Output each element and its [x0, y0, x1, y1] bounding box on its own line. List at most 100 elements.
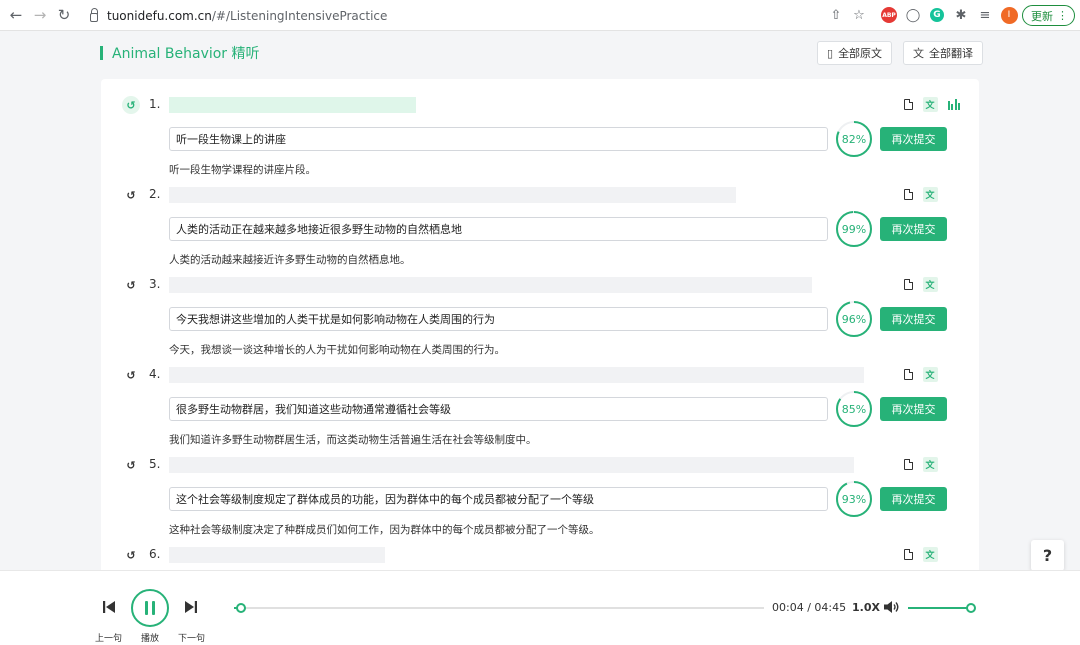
show-translation-icon[interactable]: 文: [922, 456, 938, 472]
next-label: 下一句: [178, 634, 206, 644]
show-original-icon[interactable]: [900, 366, 916, 382]
url-path: /#/ListeningIntensivePractice: [211, 8, 388, 23]
translate-icon: 文: [913, 47, 924, 60]
score-ring-arc: [836, 121, 872, 157]
score-ring: 93%: [835, 480, 873, 518]
show-translation-icon[interactable]: 文: [922, 96, 938, 112]
document-icon: ▯: [827, 46, 834, 60]
lock-icon: [90, 8, 98, 22]
share-icon[interactable]: ⇧: [826, 5, 846, 25]
update-label: 更新: [1031, 9, 1053, 23]
time-display: 00:04 / 04:45: [772, 601, 847, 614]
sentence-number: 4.: [149, 367, 161, 381]
show-original-icon[interactable]: [900, 186, 916, 202]
show-translation-icon[interactable]: 文: [922, 546, 938, 562]
sentence-item: ↺ 2. 文 人类的活动正在越来越多地接近很多野生动物的自然栖息地 99% 再次…: [101, 169, 979, 266]
replay-icon[interactable]: ↺: [122, 366, 140, 384]
page-title: Animal Behavior 精听: [100, 43, 260, 63]
resubmit-button[interactable]: 再次提交: [880, 127, 947, 151]
answer-input[interactable]: 听一段生物课上的讲座: [169, 127, 828, 151]
audio-player: 上一句 播放 下一句 00:04 / 04:45 1.0X: [0, 570, 1080, 645]
show-original-icon[interactable]: [900, 96, 916, 112]
address-bar[interactable]: tuonidefu.com.cn/#/ListeningIntensivePra…: [80, 4, 880, 27]
answer-input[interactable]: 很多野生动物群居，我们知道这些动物通常遵循社会等级: [169, 397, 828, 421]
resubmit-button[interactable]: 再次提交: [880, 307, 947, 331]
adblock-icon[interactable]: ABP: [879, 5, 899, 25]
playback-speed-button[interactable]: 1.0X: [852, 601, 880, 614]
score-ring-arc: [836, 211, 872, 247]
sentence-item: ↺ 3. 文 今天我想讲这些增加的人类干扰是如何影响动物在人类周围的行为 96%…: [101, 259, 979, 356]
play-pause-button[interactable]: [131, 589, 169, 627]
hidden-sentence-bar[interactable]: [169, 277, 812, 293]
shield-extension-icon[interactable]: ◯: [903, 5, 923, 25]
volume-fill: [908, 607, 971, 609]
hidden-sentence-bar[interactable]: [169, 367, 864, 383]
answer-input[interactable]: 人类的活动正在越来越多地接近很多野生动物的自然栖息地: [169, 217, 828, 241]
replay-icon[interactable]: ↺: [122, 186, 140, 204]
sentence-list-card: ↺ 1. 文 听一段生物课上的讲座 82% 再次提交 听一段生物学课程的讲座片段…: [101, 79, 979, 579]
more-vertical-icon: ⋮: [1057, 9, 1068, 22]
replay-icon[interactable]: ↺: [122, 276, 140, 294]
back-icon[interactable]: ←: [4, 3, 28, 27]
sentence-item: ↺ 1. 文 听一段生物课上的讲座 82% 再次提交 听一段生物学课程的讲座片段…: [101, 79, 979, 176]
next-sentence-button[interactable]: [182, 598, 200, 616]
url-host: tuonidefu.com.cn: [107, 8, 212, 23]
show-original-icon[interactable]: [900, 276, 916, 292]
previous-label: 上一句: [95, 634, 123, 644]
replay-icon[interactable]: ↺: [122, 96, 140, 114]
profile-avatar[interactable]: I: [999, 5, 1019, 25]
answer-input[interactable]: 今天我想讲这些增加的人类干扰是如何影响动物在人类周围的行为: [169, 307, 828, 331]
previous-sentence-button[interactable]: [100, 598, 118, 616]
sentence-number: 3.: [149, 277, 161, 291]
volume-icon[interactable]: [882, 599, 900, 615]
show-all-translation-button[interactable]: 文 全部翻译: [903, 41, 983, 65]
skip-next-icon: [185, 601, 197, 613]
sentence-item: ↺ 5. 文 这个社会等级制度规定了群体成员的功能，因为群体中的每个成员都被分配…: [101, 439, 979, 536]
update-button[interactable]: 更新 ⋮: [1022, 5, 1075, 26]
resubmit-button[interactable]: 再次提交: [880, 397, 947, 421]
volume-handle[interactable]: [966, 603, 976, 613]
show-translation-icon[interactable]: 文: [922, 276, 938, 292]
statistics-icon[interactable]: [946, 96, 962, 112]
show-translation-icon[interactable]: 文: [922, 186, 938, 202]
hidden-sentence-bar[interactable]: [169, 457, 854, 473]
score-ring-arc: [836, 481, 872, 517]
grammarly-icon[interactable]: G: [927, 5, 947, 25]
puzzle-extensions-icon[interactable]: ✱: [951, 5, 971, 25]
score-ring: 82%: [835, 120, 873, 158]
forward-icon[interactable]: →: [28, 3, 52, 27]
sentence-number: 1.: [149, 97, 161, 111]
show-original-icon[interactable]: [900, 546, 916, 562]
volume-slider[interactable]: [908, 603, 976, 613]
bookmark-star-icon[interactable]: ☆: [849, 5, 869, 25]
reload-icon[interactable]: ↻: [52, 3, 76, 27]
hidden-sentence-bar[interactable]: [169, 97, 416, 113]
sentence-number: 2.: [149, 187, 161, 201]
page-title-text: Animal Behavior 精听: [112, 46, 260, 62]
hidden-sentence-bar[interactable]: [169, 547, 385, 563]
answer-input[interactable]: 这个社会等级制度规定了群体成员的功能，因为群体中的每个成员都被分配了一个等级: [169, 487, 828, 511]
show-translation-icon[interactable]: 文: [922, 366, 938, 382]
progress-slider[interactable]: [234, 603, 764, 613]
sentence-number: 5.: [149, 457, 161, 471]
resubmit-button[interactable]: 再次提交: [880, 487, 947, 511]
progress-handle[interactable]: [236, 603, 247, 613]
score-ring: 99%: [835, 210, 873, 248]
score-ring-arc: [836, 301, 872, 337]
show-all-original-button[interactable]: ▯ 全部原文: [817, 41, 893, 65]
reading-list-icon[interactable]: ≡: [975, 5, 995, 25]
replay-icon[interactable]: ↺: [122, 546, 140, 564]
resubmit-button[interactable]: 再次提交: [880, 217, 947, 241]
browser-toolbar: ← → ↻ tuonidefu.com.cn/#/ListeningIntens…: [0, 0, 1080, 31]
sentence-number: 6.: [149, 547, 161, 561]
pause-icon: [145, 601, 155, 615]
score-ring: 96%: [835, 300, 873, 338]
show-original-label: 全部原文: [838, 47, 883, 60]
replay-icon[interactable]: ↺: [122, 456, 140, 474]
help-button[interactable]: ?: [1031, 540, 1064, 571]
title-accent-bar: [100, 46, 103, 60]
show-original-icon[interactable]: [900, 456, 916, 472]
sentence-item: ↺ 4. 文 很多野生动物群居，我们知道这些动物通常遵循社会等级 85% 再次提…: [101, 349, 979, 446]
score-ring: 85%: [835, 390, 873, 428]
hidden-sentence-bar[interactable]: [169, 187, 736, 203]
